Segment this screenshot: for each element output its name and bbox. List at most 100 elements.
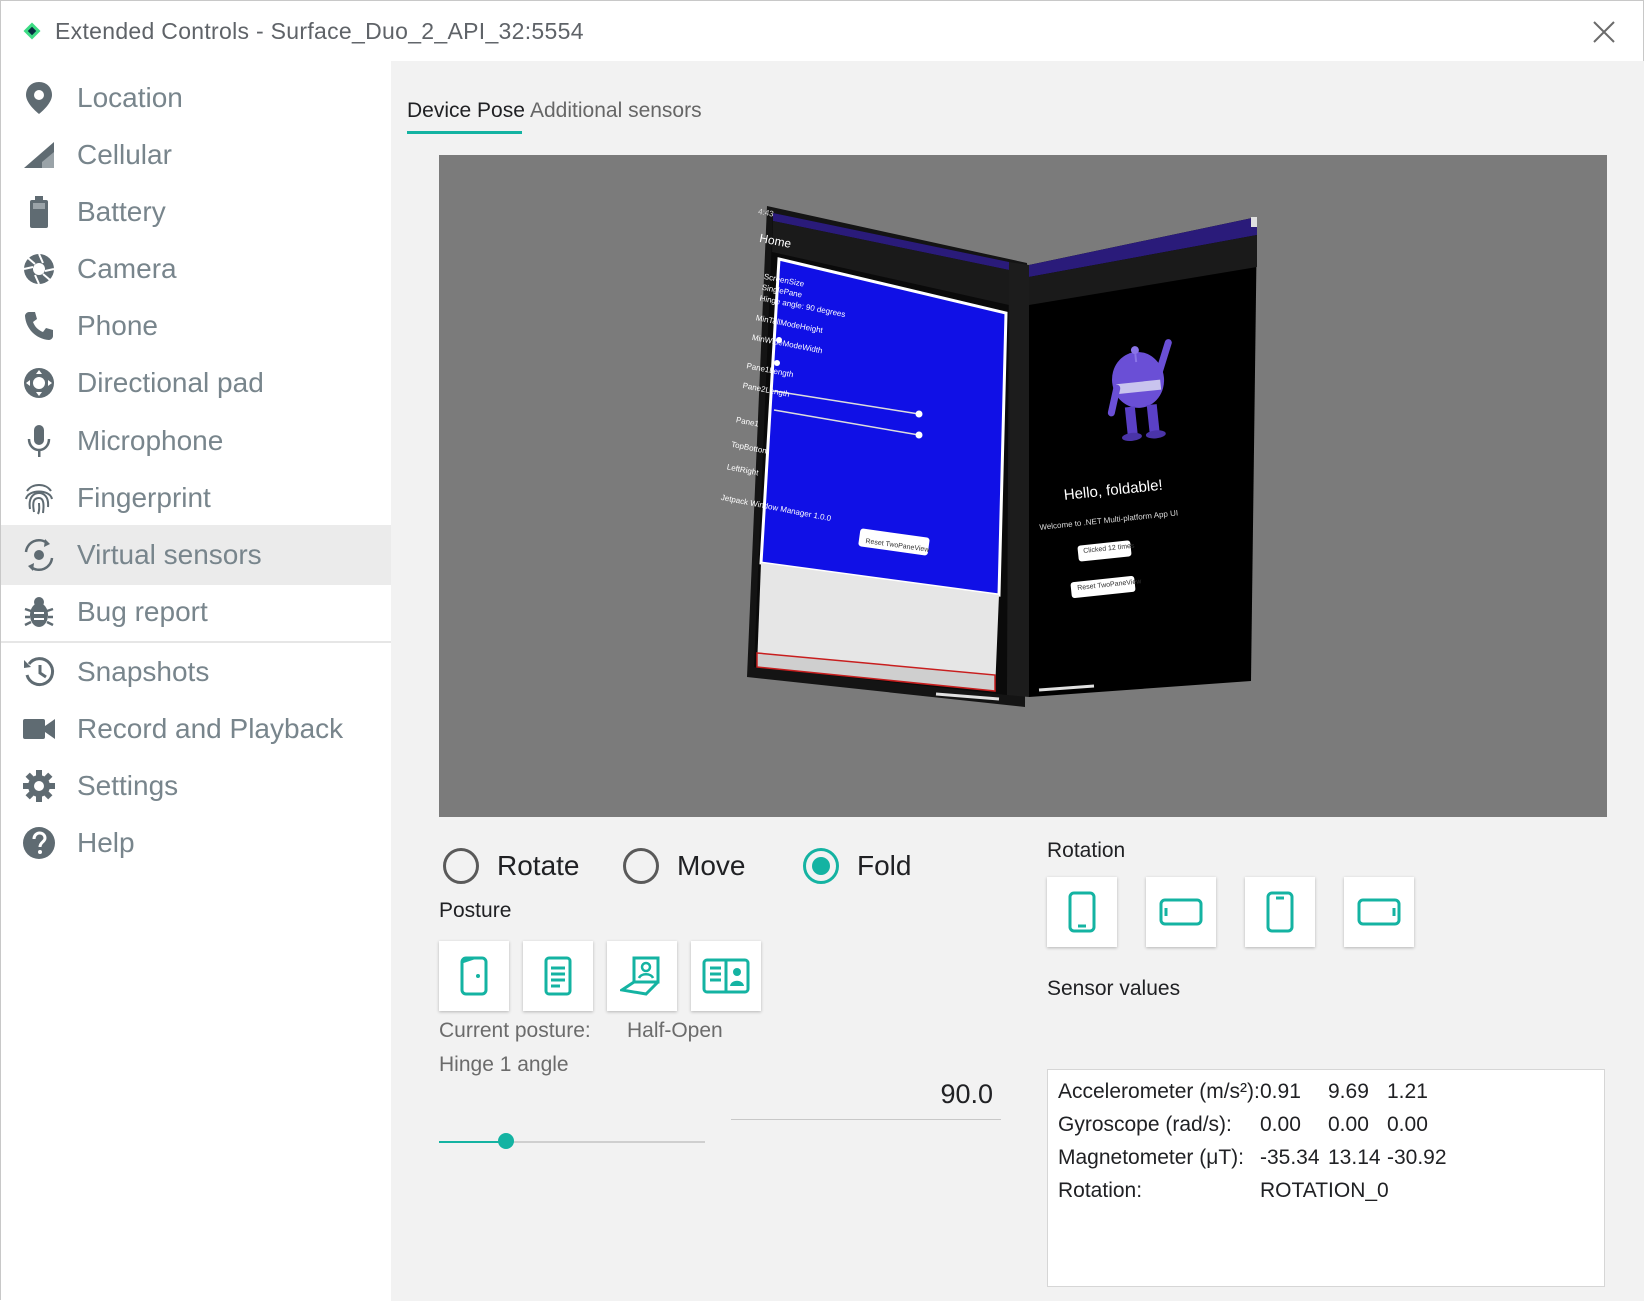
fold-label: Fold [857, 850, 912, 881]
bug-icon [19, 592, 59, 632]
sidebar-item-label: Cellular [77, 139, 172, 170]
phone-icon [19, 306, 59, 346]
battery-icon [19, 192, 59, 232]
hinge-angle-label: Hinge 1 angle [439, 1053, 569, 1076]
rotate-label: Rotate [497, 850, 580, 881]
rotation-portrait-button[interactable] [1047, 877, 1117, 947]
main-panel: Device Pose Additional sensors 4:43 Home… [391, 61, 1644, 1301]
reverse-landscape-icon [1357, 898, 1401, 926]
sensor-value-rotation: ROTATION_0 [1260, 1179, 1389, 1202]
posture-open-button[interactable] [691, 941, 761, 1011]
fold-radio[interactable]: Fold [803, 841, 911, 891]
sensor-value-x: 0.91 [1260, 1080, 1301, 1103]
hinge-angle-input-underline [731, 1119, 1001, 1120]
sidebar-item-virtual-sensors[interactable]: Virtual sensors [1, 525, 391, 585]
sensor-value-y: 0.00 [1328, 1113, 1369, 1136]
tab-device-pose[interactable]: Device Pose [407, 99, 525, 123]
sidebar-item-label: Bug report [77, 596, 208, 627]
sensor-name: Accelerometer (m/s²): [1058, 1080, 1260, 1103]
camera-aperture-icon [19, 249, 59, 289]
rotation-label: Rotation [1047, 839, 1126, 862]
sidebar-item-microphone[interactable]: Microphone [1, 411, 391, 471]
sidebar-item-label: Virtual sensors [77, 539, 262, 570]
rotation-reverse-portrait-button[interactable] [1245, 877, 1315, 947]
tab-active-indicator [407, 131, 522, 134]
reverse-portrait-icon [1266, 891, 1294, 933]
sensor-value-z: 1.21 [1387, 1080, 1428, 1103]
close-icon [1593, 21, 1615, 43]
microphone-icon [19, 421, 59, 461]
portrait-icon [1068, 891, 1096, 933]
hinge-slider-fill [439, 1141, 506, 1143]
close-button[interactable] [1587, 15, 1621, 49]
foldable-device-render [747, 206, 1257, 707]
device-pose-viewport[interactable]: 4:43 Home ScreenSize SinglePane Hinge an… [439, 155, 1607, 817]
sensor-values-label: Sensor values [1047, 977, 1181, 1000]
cellular-signal-icon [19, 135, 59, 175]
sidebar-item-snapshots[interactable]: Snapshots [1, 642, 391, 702]
current-posture-label: Current posture: [439, 1019, 591, 1042]
sidebar-item-bug-report[interactable]: Bug report [1, 582, 391, 642]
dpad-icon [19, 363, 59, 403]
device-left-text-list: ScreenSize SinglePane Hinge angle: 90 de… [720, 271, 981, 545]
sidebar: Location Cellular Battery Camera Phone D… [1, 61, 391, 1301]
sensor-value-y: 9.69 [1328, 1080, 1369, 1103]
emulator-logo-icon [23, 22, 41, 40]
sidebar-item-settings[interactable]: Settings [1, 756, 391, 816]
sidebar-item-location[interactable]: Location [1, 68, 391, 128]
rotation-reverse-landscape-button[interactable] [1344, 877, 1414, 947]
move-radio[interactable]: Move [623, 841, 745, 891]
video-camera-icon [19, 709, 59, 749]
sensor-value-z: 0.00 [1387, 1113, 1428, 1136]
posture-laptop-icon [620, 956, 660, 996]
rotation-sensor-icon [19, 535, 59, 575]
sensor-name: Gyroscope (rad/s): [1058, 1113, 1232, 1136]
rotation-landscape-button[interactable] [1146, 877, 1216, 947]
help-icon [19, 823, 59, 863]
sensor-values-panel: Accelerometer (m/s²): 0.91 9.69 1.21 Gyr… [1047, 1069, 1605, 1287]
window-title: Extended Controls - Surface_Duo_2_API_32… [55, 17, 584, 44]
posture-laptop-button[interactable] [607, 941, 677, 1011]
posture-label: Posture [439, 899, 512, 922]
radio-circle-selected [803, 848, 839, 884]
sensor-name: Rotation: [1058, 1179, 1143, 1202]
sensor-value-y: 13.14 [1328, 1146, 1381, 1169]
sidebar-item-label: Snapshots [77, 656, 210, 687]
hinge-angle-value[interactable]: 90.0 [731, 1079, 993, 1110]
sidebar-item-battery[interactable]: Battery [1, 182, 391, 242]
sidebar-item-label: Battery [77, 196, 166, 227]
sensor-value-x: 0.00 [1260, 1113, 1301, 1136]
current-posture-value: Half-Open [627, 1019, 723, 1042]
hinge-slider-thumb[interactable] [497, 1133, 514, 1149]
sidebar-item-phone[interactable]: Phone [1, 296, 391, 356]
gear-icon [19, 766, 59, 806]
extended-controls-window: Extended Controls - Surface_Duo_2_API_32… [0, 0, 1644, 1301]
radio-circle [443, 848, 479, 884]
rotate-radio[interactable]: Rotate [443, 841, 580, 891]
posture-open-icon [702, 958, 750, 994]
move-label: Move [677, 850, 746, 881]
sidebar-item-label: Fingerprint [77, 482, 211, 513]
sidebar-item-help[interactable]: Help [1, 813, 391, 873]
tab-additional-sensors[interactable]: Additional sensors [530, 99, 702, 123]
sensor-value-z: -30.92 [1387, 1146, 1447, 1169]
posture-book-icon [544, 956, 572, 996]
posture-closed-icon [460, 956, 488, 996]
sidebar-item-fingerprint[interactable]: Fingerprint [1, 468, 391, 528]
posture-book-button[interactable] [523, 941, 593, 1011]
sidebar-item-label: Record and Playback [77, 713, 344, 744]
landscape-icon [1159, 898, 1203, 926]
fingerprint-icon [19, 478, 59, 518]
location-pin-icon [19, 78, 59, 118]
sidebar-item-directional-pad[interactable]: Directional pad [1, 353, 391, 413]
sidebar-item-cellular[interactable]: Cellular [1, 125, 391, 185]
sidebar-item-label: Location [77, 82, 183, 113]
sensor-name: Magnetometer (μT): [1058, 1146, 1244, 1169]
sidebar-item-camera[interactable]: Camera [1, 239, 391, 299]
title-bar: Extended Controls - Surface_Duo_2_API_32… [1, 1, 1643, 61]
posture-closed-button[interactable] [439, 941, 509, 1011]
sensor-value-x: -35.34 [1260, 1146, 1320, 1169]
radio-circle [623, 848, 659, 884]
sidebar-item-record-playback[interactable]: Record and Playback [1, 699, 391, 759]
sidebar-item-label: Settings [77, 770, 179, 801]
